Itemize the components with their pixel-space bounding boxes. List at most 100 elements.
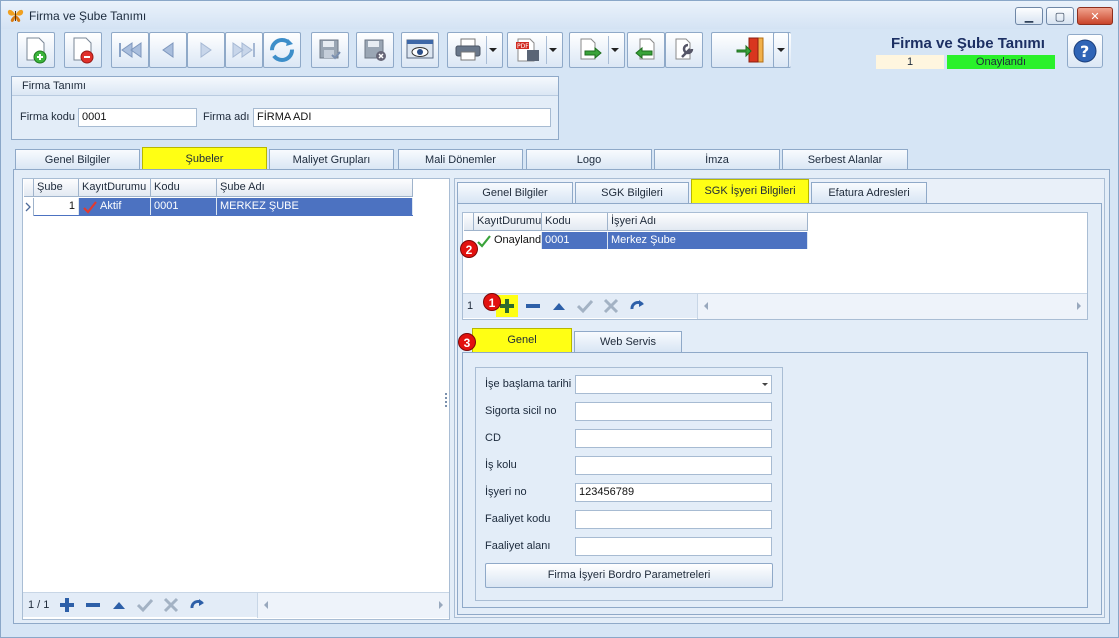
column-header[interactable]: KayıtDurumu [474, 213, 542, 231]
sigorta-sicil-label: Sigorta sicil no [485, 405, 557, 417]
title-bar: Firma ve Şube Tanımı ▁ ▢ ✕ [1, 1, 1118, 29]
tab-mali-donemler[interactable]: Mali Dönemler [398, 149, 523, 170]
firma-code-input[interactable]: 0001 [78, 108, 197, 127]
tab-serbest-alanlar[interactable]: Serbest Alanlar [782, 149, 908, 170]
isyeri-no-input[interactable]: 123456789 [575, 483, 772, 502]
cell-name[interactable]: Merkez Şube [608, 232, 808, 249]
minimize-button[interactable]: ▁ [1015, 7, 1043, 25]
scroll-right-icon[interactable] [439, 601, 443, 609]
scroll-left-icon[interactable] [264, 601, 268, 609]
print-button[interactable] [447, 32, 503, 68]
subeler-panel: Şube No KayıtDurumu Kodu Şube Adı 1 Akti… [13, 169, 1110, 624]
chevron-down-icon[interactable] [549, 48, 557, 52]
refresh-icon[interactable] [189, 597, 205, 613]
tab-logo[interactable]: Logo [526, 149, 652, 170]
column-header[interactable]: İşyeri Adı [608, 213, 808, 231]
next-record-button[interactable] [187, 32, 225, 68]
edit-up-icon[interactable] [111, 597, 127, 613]
tab-imza[interactable]: İmza [654, 149, 780, 170]
column-header[interactable]: Şube No [34, 179, 79, 210]
cd-input[interactable] [575, 429, 772, 448]
faaliyet-kodu-label: Faaliyet kodu [485, 513, 551, 525]
tab-subeler[interactable]: Şubeler [142, 147, 267, 171]
check-icon [477, 235, 491, 248]
pdf-icon: PDF [516, 38, 539, 62]
chevron-down-icon[interactable] [762, 383, 768, 386]
cell-status[interactable]: Aktif [97, 198, 151, 215]
splitter-handle[interactable] [444, 392, 448, 408]
refresh-button[interactable] [263, 32, 301, 68]
tools-icon [675, 38, 694, 60]
sgk-isyeri-panel: KayıtDurumu Kodu İşyeri Adı Onayland 000… [457, 203, 1102, 615]
scroll-right-icon[interactable] [1077, 302, 1081, 310]
minimize-icon: ▁ [1024, 10, 1034, 23]
delete-button[interactable] [64, 32, 102, 68]
faaliyet-kodu-input[interactable] [575, 510, 772, 529]
add-icon[interactable] [499, 298, 515, 314]
firma-name-label: Firma adı [203, 111, 250, 123]
refresh-icon[interactable] [629, 298, 645, 314]
first-record-button[interactable] [111, 32, 149, 68]
cell-code[interactable]: 0001 [542, 232, 608, 249]
cancel-icon[interactable] [603, 298, 619, 314]
cd-label: CD [485, 432, 501, 444]
import-button[interactable] [627, 32, 665, 68]
main-window: Firma ve Şube Tanımı ▁ ▢ ✕ PDF Firma ve … [0, 0, 1119, 638]
cell-status[interactable]: Onayland [491, 232, 542, 249]
help-button[interactable]: ? [1067, 34, 1103, 68]
pager-text: 1 / 1 [28, 599, 50, 611]
detail-tab-genel[interactable]: Genel [472, 328, 572, 352]
confirm-icon[interactable] [137, 597, 153, 613]
ise-baslama-date-combo[interactable] [575, 375, 772, 394]
tab-maliyet-gruplari[interactable]: Maliyet Grupları [269, 149, 394, 170]
remove-icon[interactable] [525, 298, 541, 314]
horizontal-scrollbar[interactable] [257, 593, 449, 618]
subtab-sgk-bilgileri[interactable]: SGK Bilgileri [575, 182, 689, 203]
subtab-sgk-isyeri[interactable]: SGK İşyeri Bilgileri [691, 179, 809, 203]
column-header[interactable]: Kodu [542, 213, 608, 231]
scroll-left-icon[interactable] [704, 302, 708, 310]
cell-name[interactable]: MERKEZ ŞUBE [217, 198, 413, 215]
confirm-icon[interactable] [577, 298, 593, 314]
exit-dropdown-button[interactable] [773, 32, 789, 68]
chevron-down-icon[interactable] [489, 48, 497, 52]
column-header[interactable]: Kodu [151, 179, 217, 197]
dropdown-separator [608, 36, 609, 64]
chevron-down-icon[interactable] [611, 48, 619, 52]
bordro-parametreleri-button[interactable]: Firma İşyeri Bordro Parametreleri [485, 563, 773, 588]
remove-icon[interactable] [85, 597, 101, 613]
edit-up-icon[interactable] [551, 298, 567, 314]
is-kolu-input[interactable] [575, 456, 772, 475]
firma-name-input[interactable]: FİRMA ADI [253, 108, 551, 127]
export-button[interactable] [569, 32, 625, 68]
dropdown-separator [546, 36, 547, 64]
cell-code[interactable]: 0001 [151, 198, 217, 215]
delete-document-icon [73, 37, 94, 64]
detail-tab-web-servis[interactable]: Web Servis [574, 331, 682, 352]
last-record-button[interactable] [225, 32, 263, 68]
subtab-genel-bilgiler[interactable]: Genel Bilgiler [457, 182, 573, 203]
close-button[interactable]: ✕ [1077, 7, 1113, 25]
pdf-button[interactable]: PDF [507, 32, 563, 68]
cancel-icon[interactable] [163, 597, 179, 613]
faaliyet-alani-input[interactable] [575, 537, 772, 556]
save-button[interactable] [311, 32, 349, 68]
sigorta-sicil-input[interactable] [575, 402, 772, 421]
close-icon: ✕ [1090, 10, 1100, 23]
horizontal-scrollbar[interactable] [697, 294, 1087, 319]
row-pointer-icon [25, 202, 31, 212]
tab-genel-bilgiler[interactable]: Genel Bilgiler [15, 149, 140, 170]
save-cancel-button[interactable] [356, 32, 394, 68]
maximize-button[interactable]: ▢ [1046, 7, 1074, 25]
new-button[interactable] [17, 32, 55, 68]
previous-record-button[interactable] [149, 32, 187, 68]
subeler-navigator: 1 / 1 [23, 592, 449, 618]
add-icon[interactable] [59, 597, 75, 613]
preview-button[interactable] [401, 32, 439, 68]
subtab-efatura[interactable]: Efatura Adresleri [811, 182, 927, 203]
column-header[interactable]: Şube Adı [217, 179, 413, 197]
cell-sube-no[interactable]: 1 [34, 198, 79, 215]
tools-button[interactable] [665, 32, 703, 68]
column-header[interactable]: KayıtDurumu [79, 179, 151, 197]
dropdown-separator [486, 36, 487, 64]
